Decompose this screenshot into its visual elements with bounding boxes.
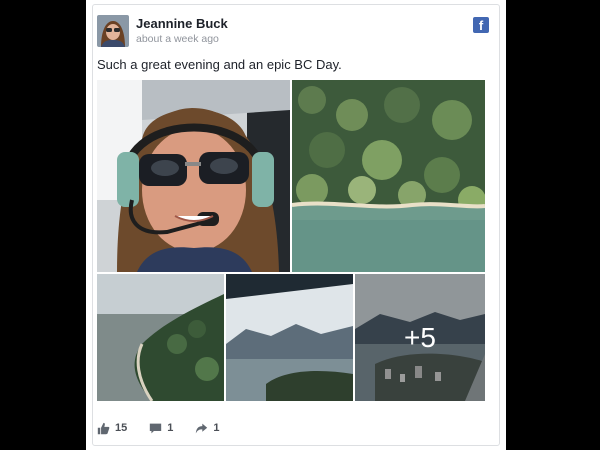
photo-city-more[interactable]: +5	[355, 274, 485, 401]
like-count: 15	[115, 422, 128, 434]
like-action[interactable]: 15	[97, 422, 127, 435]
more-photos-count[interactable]: +5	[355, 274, 485, 401]
comment-action[interactable]: 1	[149, 422, 173, 435]
share-count: 1	[213, 422, 220, 434]
share-icon	[196, 423, 208, 433]
embedded-post-card: Jeannine Buck about a week ago f Such a …	[86, 0, 506, 450]
post-actions: 15 1 1	[97, 419, 242, 437]
share-action[interactable]: 1	[195, 422, 220, 435]
avatar[interactable]	[97, 15, 129, 47]
post-timestamp[interactable]: about a week ago	[136, 33, 219, 45]
photo-mountains[interactable]	[226, 274, 353, 401]
photo-coastline[interactable]	[97, 274, 224, 401]
comment-icon	[150, 423, 162, 433]
facebook-icon[interactable]: f	[473, 17, 489, 33]
photo-selfie[interactable]	[97, 80, 290, 272]
like-icon	[97, 422, 110, 434]
post-container: Jeannine Buck about a week ago f Such a …	[92, 4, 500, 446]
post-message: Such a great evening and an epic BC Day.	[97, 57, 342, 72]
comment-count: 1	[167, 422, 174, 434]
author-name[interactable]: Jeannine Buck	[136, 16, 228, 31]
photo-aerial-forest[interactable]	[292, 80, 485, 272]
